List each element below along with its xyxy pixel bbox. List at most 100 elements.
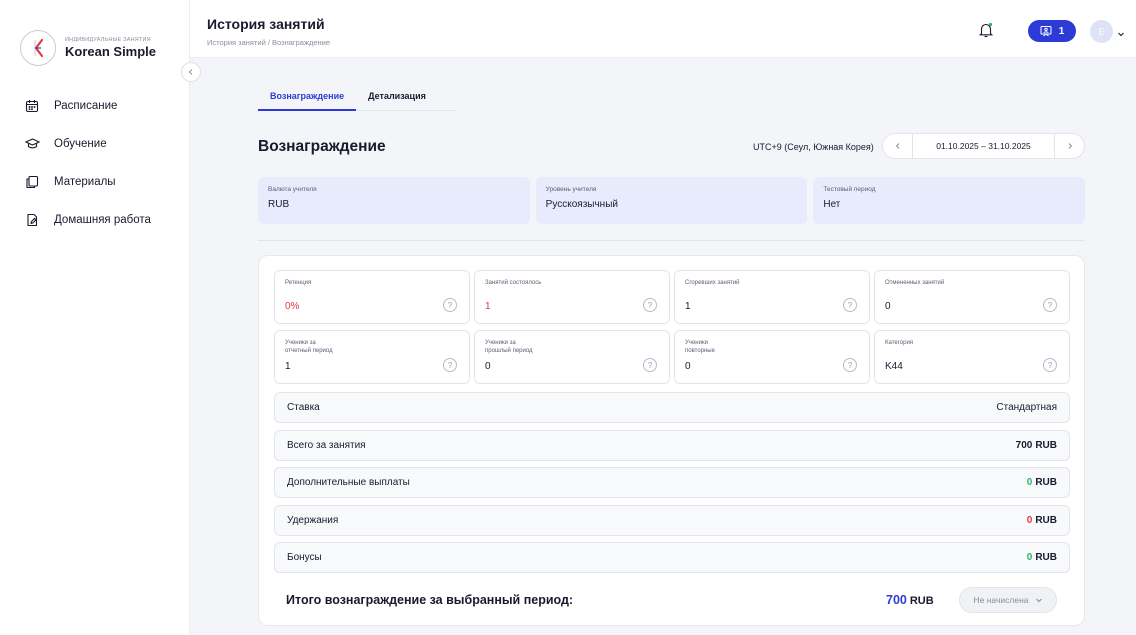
accrual-status-select[interactable]: Не начислена: [959, 587, 1057, 613]
notification-bell-icon[interactable]: [977, 21, 995, 39]
page-title: История занятий: [207, 16, 325, 32]
brand-name: Korean Simple: [65, 44, 157, 59]
divider: [258, 240, 1085, 241]
document-edit-icon: [24, 212, 40, 228]
breadcrumb[interactable]: История занятий / Вознаграждение: [207, 38, 330, 47]
stat-card-students-previous: Ученики за прошлый период 0 ?: [474, 330, 670, 384]
total-currency: RUB: [909, 595, 934, 607]
row-bonuses: Бонусы 0 RUB: [274, 542, 1070, 573]
help-icon[interactable]: ?: [1043, 358, 1057, 372]
stat-label: Ретенция: [285, 280, 312, 286]
sidebar-item-materials[interactable]: Материалы: [24, 172, 151, 192]
stat-label: Ученики за отчетный период: [285, 340, 333, 354]
previous-period-button[interactable]: [883, 134, 913, 158]
sidebar-item-label: Обучение: [54, 138, 107, 150]
row-value: 0 RUB: [1027, 477, 1057, 488]
stat-label: Занятий состоялось: [485, 280, 542, 286]
stat-value: 1: [685, 301, 691, 312]
help-icon[interactable]: ?: [843, 298, 857, 312]
info-label: Уровень учителя: [545, 186, 597, 193]
info-value: Нет: [823, 199, 841, 210]
reward-rows: Ставка Стандартная Всего за занятия 700 R…: [274, 392, 1070, 580]
copy-icon: [24, 174, 40, 190]
row-label: Всего за занятия: [287, 439, 366, 451]
total-label: Итого вознаграждение за выбранный период…: [286, 593, 574, 607]
help-icon[interactable]: ?: [643, 358, 657, 372]
sidebar-item-schedule[interactable]: Расписание: [24, 96, 151, 116]
row-amount: 0: [1026, 477, 1033, 488]
sidebar-item-label: Материалы: [54, 176, 116, 188]
stat-card-students-repeat: Ученики повторные 0 ?: [674, 330, 870, 384]
row-amount: 0: [1026, 514, 1033, 526]
teacher-info-row: Валюта учителя RUB Уровень учителя Русск…: [258, 177, 1086, 224]
stat-card-burned-lessons: Сгоревших занятий 1 ?: [674, 270, 870, 324]
row-value: Стандартная: [996, 402, 1057, 413]
info-card-currency: Валюта учителя RUB: [258, 177, 530, 224]
row-currency: RUB: [1035, 439, 1057, 451]
stat-card-students-current: Ученики за отчетный период 1 ?: [274, 330, 470, 384]
brand-subtitle: ИНДИВИДУАЛЬНЫЕ ЗАНЯТИЯ: [65, 37, 151, 43]
reward-panel: Ретенция 0% ? Занятий состоялось 1 ? Сго…: [258, 255, 1085, 626]
stat-value: 0: [485, 361, 491, 372]
stat-card-category: Категория K44 ?: [874, 330, 1070, 384]
stat-card-retention: Ретенция 0% ?: [274, 270, 470, 324]
top-header: История занятий История занятий / Вознаг…: [190, 0, 1136, 58]
stat-value: 0%: [285, 301, 300, 312]
chevron-right-icon: [1068, 143, 1072, 149]
stat-value: K44: [885, 361, 903, 372]
presentation-board-icon: [1040, 26, 1052, 37]
timezone-label: UTC+9 (Сеул, Южная Корея): [753, 142, 874, 152]
lessons-counter-value: 1: [1058, 25, 1065, 37]
avatar[interactable]: E: [1090, 20, 1113, 43]
brand[interactable]: ИНДИВИДУАЛЬНЫЕ ЗАНЯТИЯ Korean Simple: [20, 30, 156, 66]
stat-label: Ученики за прошлый период: [485, 340, 533, 354]
row-amount: 700: [1015, 439, 1033, 451]
row-value: 0 RUB: [1027, 515, 1057, 526]
next-period-button[interactable]: [1054, 134, 1084, 158]
row-label: Удержания: [287, 514, 339, 526]
sidebar-item-learning[interactable]: Обучение: [24, 134, 151, 154]
graduation-cap-icon: [24, 136, 40, 152]
info-value: Русскоязычный: [545, 199, 618, 210]
help-icon[interactable]: ?: [443, 298, 457, 312]
tab-reward[interactable]: Вознаграждение: [258, 87, 357, 111]
chevron-left-icon: [188, 69, 193, 75]
info-label: Валюта учителя: [268, 186, 317, 193]
sidebar-item-label: Расписание: [54, 100, 118, 112]
date-range-value[interactable]: 01.10.2025 – 31.10.2025: [913, 141, 1054, 151]
row-extra-payments: Дополнительные выплаты 0 RUB: [274, 467, 1070, 498]
help-icon[interactable]: ?: [443, 358, 457, 372]
section-title: Вознаграждение: [258, 138, 386, 155]
stat-value: 1: [485, 301, 491, 312]
info-card-trial: Тестовый период Нет: [813, 177, 1086, 224]
info-value: RUB: [268, 199, 290, 210]
calendar-icon: [24, 98, 40, 114]
row-label: Ставка: [287, 402, 320, 413]
stat-label: Сгоревших занятий: [685, 280, 740, 286]
date-range-picker: 01.10.2025 – 31.10.2025: [882, 133, 1085, 159]
info-label: Тестовый период: [823, 186, 876, 193]
stat-value: 0: [685, 361, 691, 372]
row-amount: 0: [1026, 552, 1033, 563]
row-total-lessons: Всего за занятия 700 RUB: [274, 429, 1070, 461]
row-value: 700 RUB: [1016, 440, 1057, 451]
help-icon[interactable]: ?: [1043, 298, 1057, 312]
sidebar-nav: Расписание Обучение Материалы Домашняя р…: [24, 96, 151, 248]
row-rate: Ставка Стандартная: [274, 392, 1070, 423]
stat-value: 0: [885, 301, 891, 312]
stat-label: Ученики повторные: [685, 340, 715, 354]
sidebar-item-homework[interactable]: Домашняя работа: [24, 210, 151, 230]
accrual-status-value: Не начислена: [973, 595, 1029, 605]
help-icon[interactable]: ?: [843, 358, 857, 372]
row-label: Бонусы: [287, 552, 322, 563]
chevron-down-icon[interactable]: [1116, 26, 1126, 37]
tab-details[interactable]: Детализация: [356, 87, 438, 111]
sidebar-collapse-button[interactable]: [181, 62, 201, 82]
chevron-down-icon: [1035, 598, 1042, 603]
tabs: Вознаграждение Детализация: [258, 87, 456, 111]
help-icon[interactable]: ?: [643, 298, 657, 312]
chevron-left-icon: [895, 143, 899, 149]
lessons-counter-button[interactable]: 1: [1028, 20, 1076, 42]
info-card-level: Уровень учителя Русскоязычный: [535, 177, 808, 224]
sidebar: ИНДИВИДУАЛЬНЫЕ ЗАНЯТИЯ Korean Simple Рас…: [0, 0, 190, 635]
